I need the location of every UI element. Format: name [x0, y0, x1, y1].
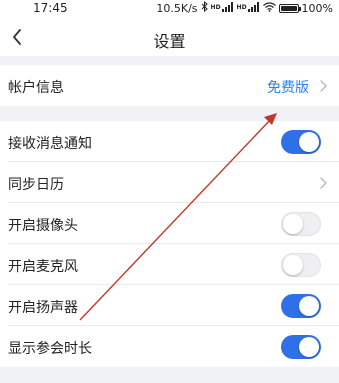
status-icons: 10.5K/s HD HD 100%	[156, 0, 333, 15]
setting-row-microphone[interactable]: 开启麦克风	[0, 244, 339, 285]
status-time: 17:45	[33, 1, 68, 15]
toggle-knob	[283, 214, 303, 234]
account-info-row[interactable]: 帐户信息 免费版	[0, 65, 339, 106]
account-group: 帐户信息 免费版	[0, 65, 339, 106]
setting-label: 接收消息通知	[8, 136, 92, 152]
battery-fill	[280, 5, 297, 11]
battery-percent: 100%	[301, 1, 333, 15]
status-bar: 17:45 10.5K/s HD HD 100%	[0, 0, 339, 18]
signal-icon-2	[247, 1, 260, 15]
toggle-knob	[299, 296, 319, 316]
meeting-duration-toggle[interactable]	[281, 335, 321, 359]
setting-row-camera[interactable]: 开启摄像头	[0, 203, 339, 244]
signal-icon	[221, 1, 234, 15]
setting-label: 开启扬声器	[8, 300, 78, 316]
toggle-knob	[299, 132, 319, 152]
setting-label: 显示参会时长	[8, 341, 92, 357]
wifi-icon	[262, 1, 276, 15]
hd-icon: HD	[210, 4, 221, 11]
setting-label: 开启摄像头	[8, 218, 78, 234]
setting-row-meeting-duration[interactable]: 显示参会时长	[0, 326, 339, 367]
chevron-right-icon	[320, 80, 327, 92]
hd-icon-2: HD	[236, 4, 247, 11]
nav-bar: 设置	[0, 18, 339, 56]
camera-toggle[interactable]	[281, 212, 321, 236]
battery-icon	[278, 3, 301, 13]
account-plan-value: 免费版	[267, 80, 309, 96]
network-speed: 10.5K/s	[156, 1, 198, 15]
setting-row-calendar[interactable]: 同步日历	[0, 162, 339, 203]
notifications-toggle[interactable]	[281, 130, 321, 154]
setting-row-speaker[interactable]: 开启扬声器	[0, 285, 339, 326]
setting-label: 开启麦克风	[8, 259, 78, 275]
page-title: 设置	[153, 32, 186, 51]
toggle-knob	[299, 337, 319, 357]
bluetooth-icon	[201, 0, 208, 15]
account-info-label: 帐户信息	[8, 80, 64, 96]
microphone-toggle[interactable]	[281, 253, 321, 277]
setting-label: 同步日历	[8, 177, 64, 193]
chevron-right-icon	[320, 177, 327, 189]
settings-group: 接收消息通知 同步日历 开启摄像头 开启麦克风 开启扬声器 显示参会时长	[0, 121, 339, 367]
toggle-knob	[283, 255, 303, 275]
setting-row-notifications[interactable]: 接收消息通知	[0, 121, 339, 162]
speaker-toggle[interactable]	[281, 294, 321, 318]
